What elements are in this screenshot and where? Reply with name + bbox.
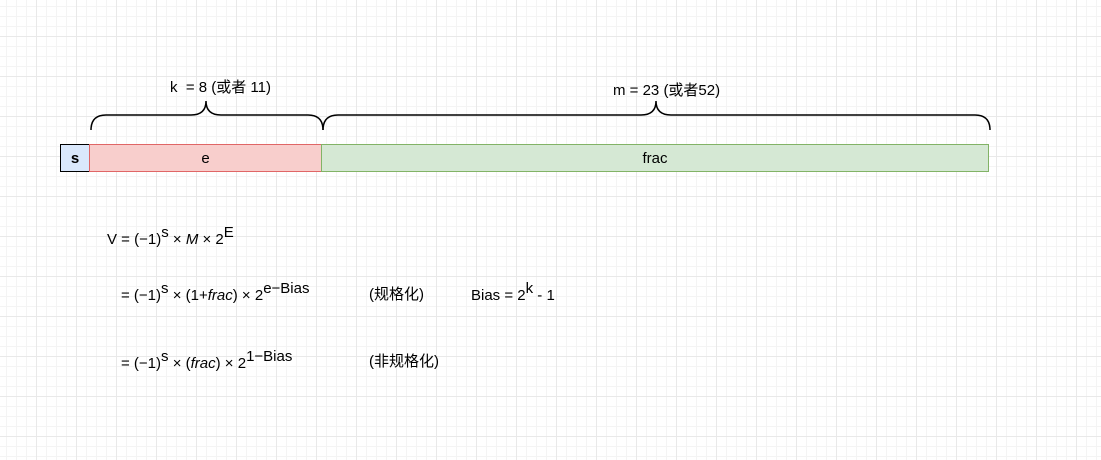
formula-value-times2: × 2 — [198, 231, 224, 248]
formula-value-times: × — [168, 231, 186, 248]
formula-normalized-exp: e−Bias — [263, 280, 310, 297]
denormalized-note: (非规格化) — [369, 353, 439, 370]
formula-value-prefix: V = (−1) — [107, 231, 162, 248]
formula-value-exp: E — [223, 224, 234, 241]
formula-normalized: = (−1)s × (1+frac) × 2e−Bias — [121, 280, 309, 306]
formula-denormalized-prefix: = (−1) — [121, 355, 162, 372]
fraction-width-label: m = 23 (或者52) — [613, 82, 721, 99]
bias-exp: k — [525, 280, 534, 297]
formula-normalized-frac: frac — [207, 287, 233, 304]
exponent-brace — [90, 100, 324, 131]
formula-denormalized-mid1: × ( — [168, 355, 191, 372]
formula-denormalized-sign-exp: s — [161, 348, 169, 365]
formula-normalized-prefix: = (−1) — [121, 287, 162, 304]
sign-field: s — [60, 144, 90, 172]
formula-denormalized-mid2: ) × 2 — [215, 355, 247, 372]
exponent-width-label: k = 8 (或者 11) — [170, 79, 272, 96]
normalized-note: (规格化) — [369, 286, 424, 303]
fraction-brace — [322, 100, 991, 131]
formula-denormalized: = (−1)s × (frac) × 21−Bias — [121, 348, 292, 374]
formula-denormalized-exp: 1−Bias — [246, 348, 293, 365]
exponent-field: e — [89, 144, 322, 172]
fraction-field: frac — [321, 144, 989, 172]
bias-prefix: Bias = 2 — [471, 287, 526, 304]
formula-normalized-sign-exp: s — [161, 280, 169, 297]
formula-normalized-mid1: × (1+ — [168, 287, 208, 304]
formula-value: V = (−1)s × M × 2E — [107, 224, 234, 250]
bias-suffix: - 1 — [533, 287, 555, 304]
bias-formula: Bias = 2k - 1 — [471, 280, 555, 306]
formula-denormalized-frac: frac — [190, 355, 216, 372]
formula-value-m: M — [185, 231, 199, 248]
formula-value-sign-exp: s — [161, 224, 169, 241]
formula-normalized-mid2: ) × 2 — [232, 287, 264, 304]
